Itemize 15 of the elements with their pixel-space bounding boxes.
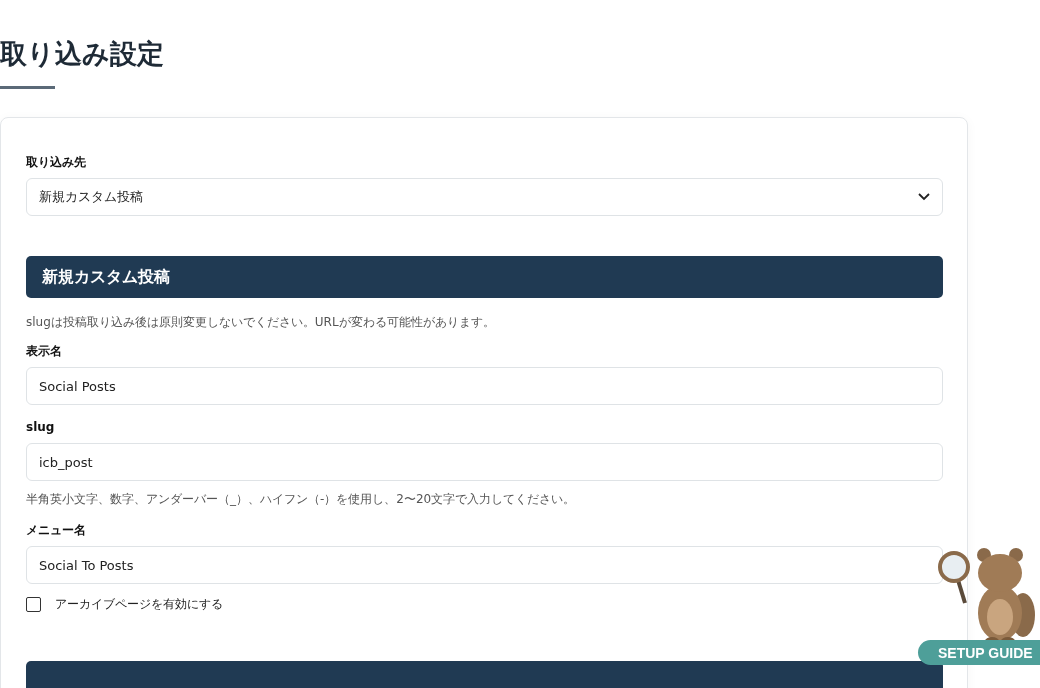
text-input[interactable]: Social To Posts (26, 546, 943, 584)
section-header: 新規カスタム投稿 (26, 256, 943, 298)
text-input[interactable]: Social Posts (26, 367, 943, 405)
field-label: slug (26, 419, 56, 435)
help-text: 半角英小文字、数字、アンダーバー（_）、ハイフン（-）を使用し、2〜20文字で入力してください。 (26, 491, 577, 508)
field-label: 取り込み先 (26, 154, 87, 170)
destination-select[interactable]: 新規カスタム投稿 (26, 178, 943, 216)
checkbox-label: アーカイブページを有効にする (55, 596, 223, 613)
page-title: 取り込み設定 (0, 37, 165, 71)
checkbox[interactable] (26, 597, 41, 612)
chevron-down-icon (918, 193, 930, 201)
text-input[interactable]: icb_post (26, 443, 943, 481)
field-label: 表示名 (26, 343, 63, 359)
field-label: メニュー名 (26, 522, 87, 538)
note-text: slugは投稿取り込み後は原則変更しないでください。URLが変わる可能性があります。 (26, 314, 496, 331)
